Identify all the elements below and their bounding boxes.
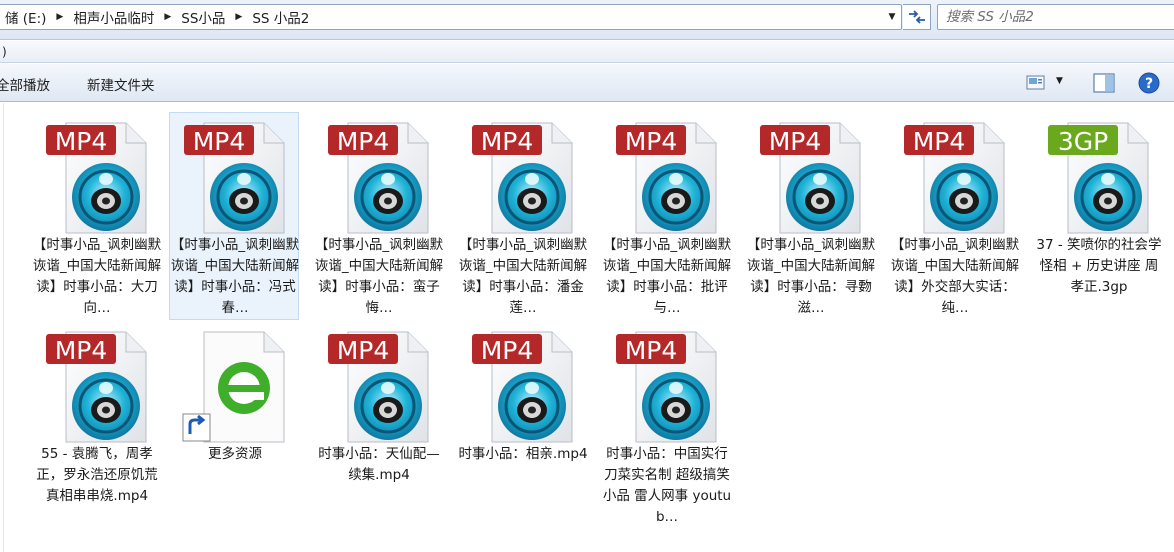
video-mp4-icon: MP4: [614, 119, 726, 237]
video-mp4-icon: MP4: [44, 119, 156, 237]
video-mp4-icon: MP4: [470, 328, 582, 446]
video-file-item[interactable]: MP4 【时事小品_讽刺幽默诙谐_中国大陆新闻解读】时事小品：蛮子悔…: [313, 112, 443, 320]
file-name-label: 【时事小品_讽刺幽默诙谐_中国大陆新闻解读】时事小品：寻覅滋…: [746, 237, 876, 316]
file-name-label: 37 - 笑喷你的社会学怪相 + 历史讲座 周孝正.3gp: [1036, 237, 1162, 295]
search-input[interactable]: [946, 9, 1166, 25]
svg-text:?: ?: [1145, 76, 1153, 92]
address-bar-area: 储 (E:) ▶ 相声小品临时 ▶ SS小品 ▶ SS 小品2 ▼: [0, 0, 1174, 40]
file-name-label: 时事小品：天仙配—续集.mp4: [318, 446, 440, 483]
video-mp4-icon: MP4: [326, 328, 438, 446]
file-name-label: 【时事小品_讽刺幽默诙谐_中国大陆新闻解读】时事小品：蛮子悔…: [314, 237, 444, 316]
play-all-button[interactable]: 全部播放: [0, 74, 50, 94]
video-file-item[interactable]: MP4 【时事小品_讽刺幽默诙谐_中国大陆新闻解读】时事小品：冯式春…: [169, 112, 299, 320]
video-file-item[interactable]: MP4 【时事小品_讽刺幽默诙谐_中国大陆新闻解读】时事小品：大刀向…: [31, 112, 161, 320]
video-file-item[interactable]: MP4 55 - 袁腾飞，周孝正，罗永浩还原饥荒真相串串烧.mp4: [31, 321, 161, 529]
breadcrumb-drive[interactable]: 储 (E:): [1, 7, 50, 27]
menu-item-help[interactable]: ): [0, 45, 11, 59]
svg-text:MP4: MP4: [913, 127, 966, 156]
video-mp4-icon: MP4: [902, 119, 1014, 237]
video-file-item[interactable]: MP4 【时事小品_讽刺幽默诙谐_中国大陆新闻解读】时事小品：批评与…: [601, 112, 731, 320]
video-file-item[interactable]: MP4 【时事小品_讽刺幽默诙谐_中国大陆新闻解读】外交部大实话：纯…: [889, 112, 1019, 320]
file-name-label: 更多资源: [208, 446, 262, 462]
video-mp4-icon: MP4: [182, 119, 294, 237]
chevron-right-icon[interactable]: ▶: [158, 12, 177, 22]
search-box[interactable]: [937, 4, 1174, 30]
refresh-icon: [908, 10, 925, 24]
file-name-label: 【时事小品_讽刺幽默诙谐_中国大陆新闻解读】时事小品：冯式春…: [170, 237, 300, 316]
shortcut-file-item[interactable]: 更多资源: [169, 321, 299, 529]
video-file-item[interactable]: 3GP 37 - 笑喷你的社会学怪相 + 历史讲座 周孝正.3gp: [1033, 112, 1163, 320]
svg-text:MP4: MP4: [625, 127, 678, 156]
svg-text:MP4: MP4: [481, 127, 534, 156]
video-mp4-icon: MP4: [758, 119, 870, 237]
chevron-right-icon[interactable]: ▶: [229, 12, 248, 22]
file-name-label: 【时事小品_讽刺幽默诙谐_中国大陆新闻解读】时事小品：潘金莲…: [458, 237, 588, 316]
svg-text:MP4: MP4: [55, 336, 108, 365]
video-file-item[interactable]: MP4 时事小品：相亲.mp4: [457, 321, 588, 529]
new-folder-button[interactable]: 新建文件夹: [87, 74, 155, 94]
command-bar: 全部播放 新建文件夹 ▼ ?: [0, 64, 1174, 102]
address-dropdown-icon[interactable]: ▼: [883, 5, 901, 29]
video-file-item[interactable]: MP4 【时事小品_讽刺幽默诙谐_中国大陆新闻解读】时事小品：寻覅滋…: [745, 112, 875, 320]
file-name-label: 【时事小品_讽刺幽默诙谐_中国大陆新闻解读】外交部大实话：纯…: [890, 237, 1020, 316]
svg-text:MP4: MP4: [481, 336, 534, 365]
chevron-right-icon[interactable]: ▶: [50, 12, 69, 22]
breadcrumb: 储 (E:) ▶ 相声小品临时 ▶ SS小品 ▶ SS 小品2: [1, 5, 313, 29]
menu-bar: ): [0, 41, 1174, 63]
view-options-dropdown-icon[interactable]: ▼: [1056, 76, 1063, 86]
svg-text:MP4: MP4: [337, 127, 390, 156]
file-list-view[interactable]: MP4 【时事小品_讽刺幽默诙谐_中国大陆新闻解读】时事小品：大刀向… MP4 …: [0, 103, 1174, 552]
breadcrumb-current-folder[interactable]: SS 小品2: [248, 7, 313, 27]
video-mp4-icon: MP4: [614, 328, 726, 446]
video-3gp-icon: 3GP: [1046, 119, 1158, 237]
file-name-label: 【时事小品_讽刺幽默诙谐_中国大陆新闻解读】时事小品：大刀向…: [32, 237, 162, 316]
svg-text:3GP: 3GP: [1058, 127, 1108, 156]
preview-pane-icon[interactable]: [1093, 73, 1115, 93]
video-file-item[interactable]: MP4 【时事小品_讽刺幽默诙谐_中国大陆新闻解读】时事小品：潘金莲…: [457, 112, 587, 320]
svg-text:MP4: MP4: [625, 336, 678, 365]
refresh-button[interactable]: [903, 4, 931, 30]
file-name-label: 时事小品：中国实行刀菜实名制 超级搞笑小品 雷人网事 youtub…: [602, 446, 732, 525]
breadcrumb-folder-2[interactable]: SS小品: [177, 7, 229, 27]
svg-text:MP4: MP4: [769, 127, 822, 156]
video-mp4-icon: MP4: [326, 119, 438, 237]
svg-text:MP4: MP4: [55, 127, 108, 156]
file-name-label: 55 - 袁腾飞，周孝正，罗永浩还原饥荒真相串串烧.mp4: [36, 446, 158, 504]
breadcrumb-folder-1[interactable]: 相声小品临时: [69, 7, 158, 27]
change-view-icon[interactable]: [1026, 74, 1046, 92]
help-icon[interactable]: ?: [1138, 72, 1160, 94]
file-name-label: 时事小品：相亲.mp4: [458, 446, 588, 462]
address-bar[interactable]: 储 (E:) ▶ 相声小品临时 ▶ SS小品 ▶ SS 小品2 ▼: [0, 4, 902, 30]
svg-text:MP4: MP4: [337, 336, 390, 365]
video-mp4-icon: MP4: [44, 328, 156, 446]
video-file-item[interactable]: MP4 时事小品：天仙配—续集.mp4: [313, 321, 443, 529]
video-mp4-icon: MP4: [470, 119, 582, 237]
browser-shortcut-icon: [182, 328, 294, 446]
navigation-pane-edge: [0, 103, 4, 552]
svg-text:MP4: MP4: [193, 127, 246, 156]
file-name-label: 【时事小品_讽刺幽默诙谐_中国大陆新闻解读】时事小品：批评与…: [602, 237, 732, 316]
video-file-item[interactable]: MP4 时事小品：中国实行刀菜实名制 超级搞笑小品 雷人网事 youtub…: [601, 321, 731, 529]
